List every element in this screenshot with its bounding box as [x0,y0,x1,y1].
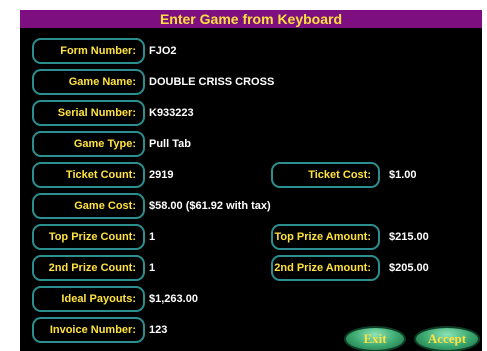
top-prize-amount-value: $215.00 [389,231,429,243]
game-name-label[interactable]: Game Name: [32,69,145,95]
ideal-payouts-label[interactable]: Ideal Payouts: [32,286,145,312]
serial-number-value: K933223 [149,107,194,119]
form-number-label[interactable]: Form Number: [32,38,145,64]
serial-number-label[interactable]: Serial Number: [32,100,145,126]
invoice-number-label[interactable]: Invoice Number: [32,317,145,343]
top-prize-amount-label[interactable]: Top Prize Amount: [271,224,380,250]
game-cost-value: $58.00 ($61.92 with tax) [149,200,271,212]
window-title: Enter Game from Keyboard [20,10,482,28]
invoice-number-value: 123 [149,324,168,336]
second-prize-count-label[interactable]: 2nd Prize Count: [32,255,145,281]
game-name-value: DOUBLE CRISS CROSS [149,76,275,88]
second-prize-amount-label[interactable]: 2nd Prize Amount: [271,255,380,281]
ticket-cost-label[interactable]: Ticket Cost: [271,162,380,188]
second-prize-amount-value: $205.00 [389,262,429,274]
top-prize-count-label[interactable]: Top Prize Count: [32,224,145,250]
ideal-payouts-value: $1,263.00 [149,293,198,305]
top-prize-count-value: 1 [149,231,156,243]
game-cost-label[interactable]: Game Cost: [32,193,145,219]
ticket-cost-value: $1.00 [389,169,417,181]
exit-button[interactable]: Exit [344,326,406,351]
form-number-value: FJO2 [149,45,177,57]
game-entry-window: Enter Game from Keyboard Form Number: FJ… [20,10,482,351]
second-prize-count-value: 1 [149,262,156,274]
game-type-value: Pull Tab [149,138,191,150]
accept-button[interactable]: Accept [414,326,480,351]
ticket-count-value: 2919 [149,169,174,181]
ticket-count-label[interactable]: Ticket Count: [32,162,145,188]
game-type-label[interactable]: Game Type: [32,131,145,157]
